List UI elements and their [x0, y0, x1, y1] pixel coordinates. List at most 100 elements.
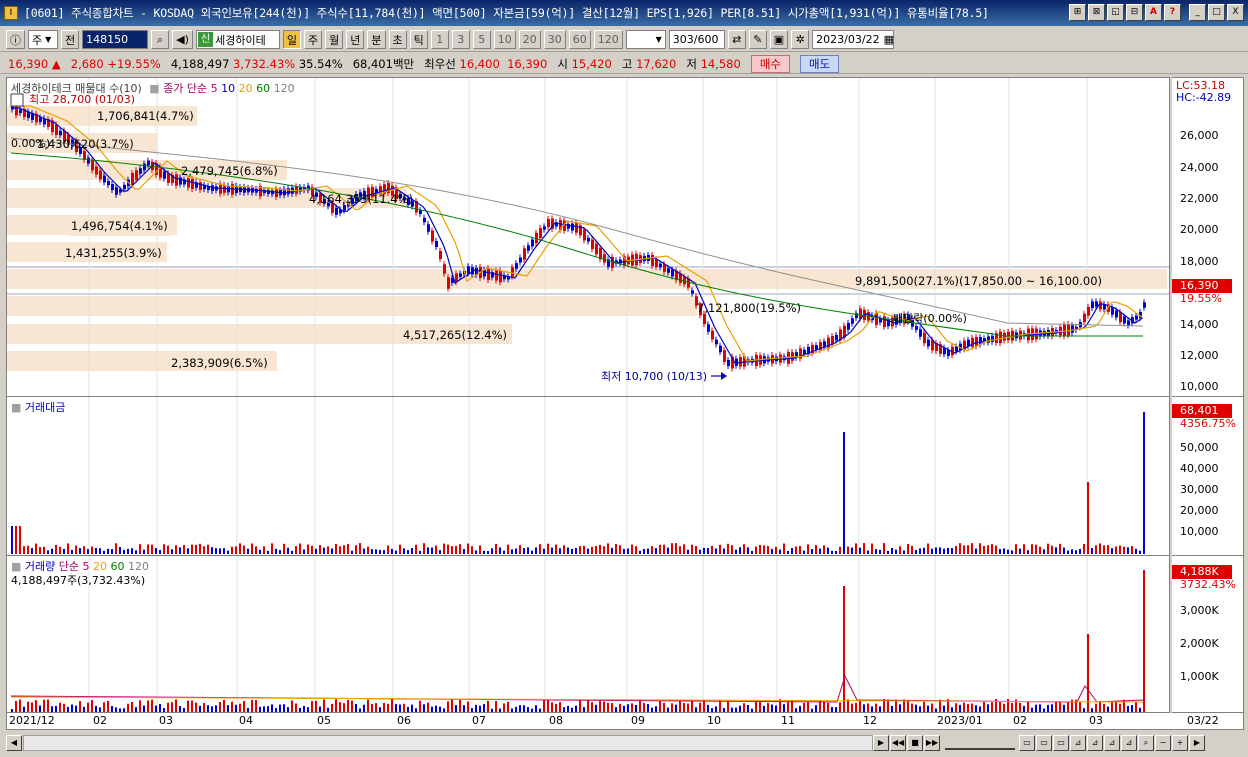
chart-type-icon[interactable]: ⊿	[1070, 735, 1086, 751]
volume-bar	[127, 703, 129, 712]
candle-body	[447, 277, 450, 289]
y-axis[interactable]: LC:53.18 HC:-42.89 26,000 24,000 22,000 …	[1172, 77, 1244, 713]
x-tick-last: 03/22	[1187, 714, 1219, 727]
event-marker-label: 배당락(0.00%)	[893, 312, 967, 325]
chart-type-icon[interactable]: ⊿	[1087, 735, 1103, 751]
period-minute-button[interactable]: 분	[367, 30, 386, 49]
amount-bar	[667, 547, 669, 554]
volume-bar	[131, 701, 133, 712]
chart-type-icon[interactable]: ⊿	[1121, 735, 1137, 751]
chart-type-icon[interactable]: ⊿	[1104, 735, 1120, 751]
volume-bar	[731, 707, 733, 712]
scroll-right-end-icon[interactable]: ▶	[1189, 735, 1205, 751]
amount-bar	[91, 546, 93, 554]
buy-button[interactable]: 매수	[750, 54, 790, 73]
play-forward-icon[interactable]: ▶▶	[924, 735, 940, 751]
amount-bar	[503, 550, 505, 554]
amount-bar	[635, 546, 637, 554]
amount-bar	[1083, 544, 1085, 554]
candle-body	[603, 254, 606, 263]
chart-area[interactable]: 1,706,841(4.7%) 1,430,620(3.7%) 2,479,74…	[6, 77, 1170, 713]
period-week-button[interactable]: 주	[304, 30, 323, 49]
zoom-icon[interactable]: ⇄	[727, 30, 746, 49]
scrollbar-track[interactable]	[23, 735, 873, 751]
play-back-icon[interactable]: ◀◀	[890, 735, 906, 751]
amount-bar	[103, 550, 105, 554]
volume-bar	[1067, 702, 1069, 712]
amount-legend[interactable]: ■ 거래대금	[11, 399, 65, 415]
minimize-button[interactable]: _	[1189, 4, 1206, 21]
zoom-search-icon[interactable]: ⌕	[1138, 735, 1154, 751]
help-icon[interactable]: ?	[1164, 4, 1181, 21]
amount-bar	[43, 546, 45, 554]
amount-bar	[407, 550, 409, 554]
period-day-button[interactable]: 일	[282, 30, 302, 49]
period-tick-button[interactable]: 틱	[409, 30, 428, 49]
volume-bar	[595, 704, 597, 712]
scroll-left-icon[interactable]: ◀	[6, 735, 22, 751]
interval-button[interactable]: 30	[543, 30, 566, 49]
panel-divider[interactable]	[7, 555, 1169, 556]
stop-icon[interactable]: ■	[907, 735, 923, 751]
amount-bar	[455, 545, 457, 554]
period-month-button[interactable]: 월	[325, 30, 344, 49]
amount-bar	[895, 549, 897, 554]
zoom-in-icon[interactable]: +	[1172, 735, 1188, 751]
link-icon[interactable]: ⊞	[1069, 4, 1086, 21]
amount-bar	[1035, 544, 1037, 554]
interval-button[interactable]: 20	[518, 30, 541, 49]
interval-button[interactable]: 3	[451, 30, 470, 49]
maximize-button[interactable]: □	[1208, 4, 1225, 21]
volume-bar	[1131, 705, 1133, 712]
amount-bar	[303, 549, 305, 554]
volume-bar	[187, 700, 189, 712]
prev-button[interactable]: 전	[61, 30, 80, 49]
period-select[interactable]: 주 ▼	[28, 30, 58, 49]
speaker-icon[interactable]: ◀)	[172, 30, 193, 49]
sell-button[interactable]: 매도	[800, 54, 840, 73]
interval-button[interactable]: 5	[472, 30, 491, 49]
period-second-button[interactable]: 초	[388, 30, 407, 49]
collapse-icon[interactable]: ⊟	[1126, 4, 1143, 21]
interval-dropdown[interactable]: ▼	[625, 30, 666, 49]
count-field[interactable]: 303/600	[668, 30, 725, 49]
y-tick: 40,000	[1180, 462, 1219, 475]
interval-button[interactable]: 1	[430, 30, 449, 49]
stock-name-field[interactable]: 신 세경하이테	[195, 30, 280, 49]
font-icon[interactable]: A	[1145, 4, 1162, 21]
search-icon[interactable]: ⌕	[151, 30, 170, 49]
save-icon[interactable]: ▣	[769, 30, 789, 49]
candle-body	[499, 270, 502, 283]
stock-info-icon[interactable]: ⓘ	[6, 30, 25, 49]
volume-pct: 3732.43%	[1180, 578, 1236, 591]
chart-type-icon[interactable]: ▭	[1053, 735, 1069, 751]
stock-code-input[interactable]: 148150	[82, 30, 149, 49]
date-input[interactable]: 2023/03/22 ▦	[812, 30, 895, 49]
panel-divider	[1172, 555, 1244, 556]
chart-type-icon[interactable]: ▭	[1019, 735, 1035, 751]
close-button[interactable]: X	[1227, 4, 1244, 21]
scroll-right-icon[interactable]: ▶	[873, 735, 889, 751]
window-icon[interactable]: ◱	[1107, 4, 1124, 21]
amount-bar	[195, 544, 197, 554]
period-year-button[interactable]: 년	[346, 30, 365, 49]
chart-type-icon[interactable]: ▭	[1036, 735, 1052, 751]
amount-bar	[767, 546, 769, 554]
x-tick: 02	[1013, 714, 1027, 727]
ma20-line	[11, 105, 1144, 362]
zoom-out-icon[interactable]: −	[1155, 735, 1171, 751]
volume-bar	[411, 704, 413, 712]
zoom-slider[interactable]	[945, 736, 1015, 750]
amount-bar	[479, 545, 481, 554]
volume-bar	[495, 701, 497, 712]
share-icon[interactable]: ⊠	[1088, 4, 1105, 21]
amount-bar	[899, 546, 901, 554]
interval-button[interactable]: 10	[493, 30, 516, 49]
interval-button[interactable]: 60	[568, 30, 591, 49]
settings-icon[interactable]: ✲	[791, 30, 810, 49]
candle-body	[691, 290, 694, 294]
interval-button[interactable]: 120	[593, 30, 623, 49]
volume-bar	[651, 707, 653, 712]
tool-icon[interactable]: ✎	[748, 30, 767, 49]
panel-divider[interactable]	[7, 396, 1169, 397]
